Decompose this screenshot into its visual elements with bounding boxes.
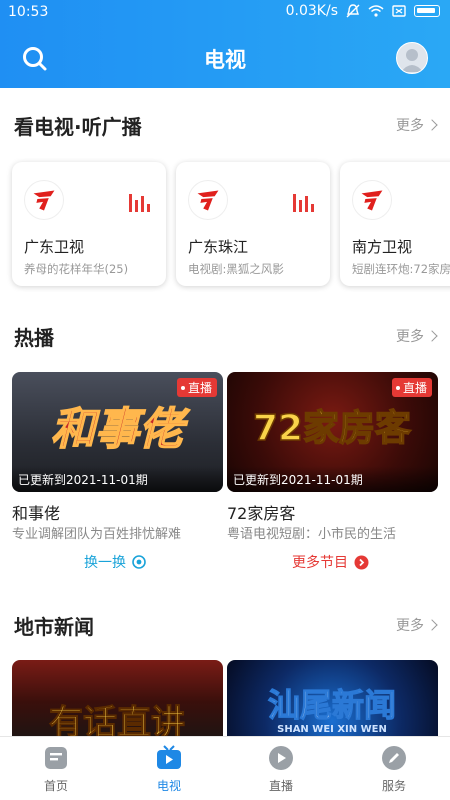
refresh-button[interactable]: 换一换 (84, 552, 146, 572)
news-thumbnail[interactable]: 汕尾新闻 SHAN WEI XIN WEN (227, 660, 438, 736)
live-badge-text: 直播 (187, 381, 212, 395)
chevron-right-icon (426, 330, 438, 342)
tab-label: 服务 (381, 779, 406, 793)
sim-icon (392, 5, 406, 17)
more-link-tv-radio[interactable]: 更多 (396, 115, 438, 135)
news-poster-image: 汕尾新闻 SHAN WEI XIN WEN (267, 685, 396, 735)
updated-label: 已更新到2021-11-01期 (12, 466, 223, 492)
news-poster-title: 有话直讲 (49, 703, 185, 736)
more-link-hot[interactable]: 更多 (396, 326, 438, 346)
user-icon (401, 49, 423, 72)
avatar[interactable] (396, 42, 428, 74)
more-link-local-news[interactable]: 更多 (396, 615, 438, 635)
top-bar: 电视 (0, 30, 450, 88)
service-icon (382, 746, 406, 770)
section-title-tv-radio: 看电视·听广播 (14, 115, 142, 139)
poster-title: 72家房客 (253, 408, 411, 449)
show-title[interactable]: 72家房客 (227, 500, 295, 524)
tab-service[interactable]: 服务 (354, 745, 434, 794)
channel-name: 广东卫视 (24, 238, 85, 256)
wifi-icon (368, 5, 384, 17)
network-speed: 0.03K/s (285, 3, 338, 19)
more-label: 更多 (396, 329, 424, 345)
channel-card[interactable]: 广东珠江 电视剧:黑狐之风影 (176, 162, 330, 286)
channel-card[interactable]: 广东卫视 养母的花样年华(25) (12, 162, 166, 286)
channel-logo-icon (24, 180, 64, 220)
status-bar: 10:53 0.03K/s (0, 0, 450, 26)
more-programs-label: 更多节目 (292, 555, 348, 571)
tab-label: 电视 (156, 779, 181, 793)
mute-icon (346, 4, 360, 18)
page-title: 电视 (204, 48, 246, 72)
tab-label: 直播 (268, 779, 293, 793)
refresh-icon (132, 555, 146, 569)
news-poster-title: 汕尾新闻 (268, 686, 396, 724)
tab-home[interactable]: 首页 (16, 745, 96, 794)
tab-label: 首页 (43, 779, 68, 793)
section-title-local-news: 地市新闻 (14, 615, 94, 639)
channel-card[interactable]: 南方卫视 短剧连环炮:72家房客 (340, 162, 450, 286)
tv-icon (157, 745, 181, 769)
channel-program: 养母的花样年华(25) (24, 262, 129, 276)
tab-tv[interactable]: 电视 (129, 745, 209, 794)
tab-live[interactable]: 直播 (241, 745, 321, 794)
audio-bars-icon (129, 194, 150, 212)
channel-name: 南方卫视 (352, 238, 413, 256)
channel-program: 电视剧:黑狐之风影 (188, 262, 284, 276)
channel-logo-icon (352, 180, 392, 220)
section-title-hot: 热播 (14, 326, 54, 350)
status-icons: 0.03K/s (286, 3, 440, 19)
chevron-circle-right-icon (354, 555, 369, 569)
show-description: 粤语电视短剧：小市民的生活 (227, 527, 397, 542)
channel-logo-icon (188, 180, 228, 220)
bottom-tab-bar: 首页 电视 直播 服务 (0, 736, 450, 800)
app-header: 10:53 0.03K/s 电视 (0, 0, 450, 88)
poster-title: 和事佬 (51, 404, 190, 455)
news-poster-image: 有话直讲 (49, 703, 186, 737)
refresh-label: 换一换 (84, 555, 126, 571)
audio-bars-icon (293, 194, 314, 212)
battery-icon (414, 5, 440, 17)
chevron-right-icon (426, 119, 438, 131)
news-thumbnail[interactable]: 有话直讲 (12, 660, 223, 736)
live-badge: 直播 (391, 378, 432, 397)
status-time: 10:53 (8, 4, 49, 20)
home-icon (45, 747, 67, 769)
show-title[interactable]: 和事佬 (12, 500, 60, 524)
updated-label: 已更新到2021-11-01期 (227, 466, 438, 492)
live-badge: 直播 (176, 378, 217, 397)
show-thumbnail[interactable]: 和事佬 直播 已更新到2021-11-01期 (12, 372, 223, 492)
live-badge-text: 直播 (402, 381, 427, 395)
show-description: 专业调解团队为百姓排忧解难 (12, 527, 182, 542)
channel-program: 短剧连环炮:72家房客 (352, 262, 450, 276)
more-label: 更多 (396, 118, 424, 134)
more-programs-button[interactable]: 更多节目 (292, 552, 369, 572)
play-icon (269, 746, 293, 770)
show-thumbnail[interactable]: 72家房客 直播 已更新到2021-11-01期 (227, 372, 438, 492)
more-label: 更多 (396, 618, 424, 634)
chevron-right-icon (426, 619, 438, 631)
channel-list: 广东卫视 养母的花样年华(25) 广东珠江 电视剧:黑狐之风影 南方卫视 短剧连… (0, 158, 450, 292)
news-poster-subtitle: SHAN WEI XIN WEN (277, 724, 387, 735)
channel-name: 广东珠江 (188, 238, 249, 256)
